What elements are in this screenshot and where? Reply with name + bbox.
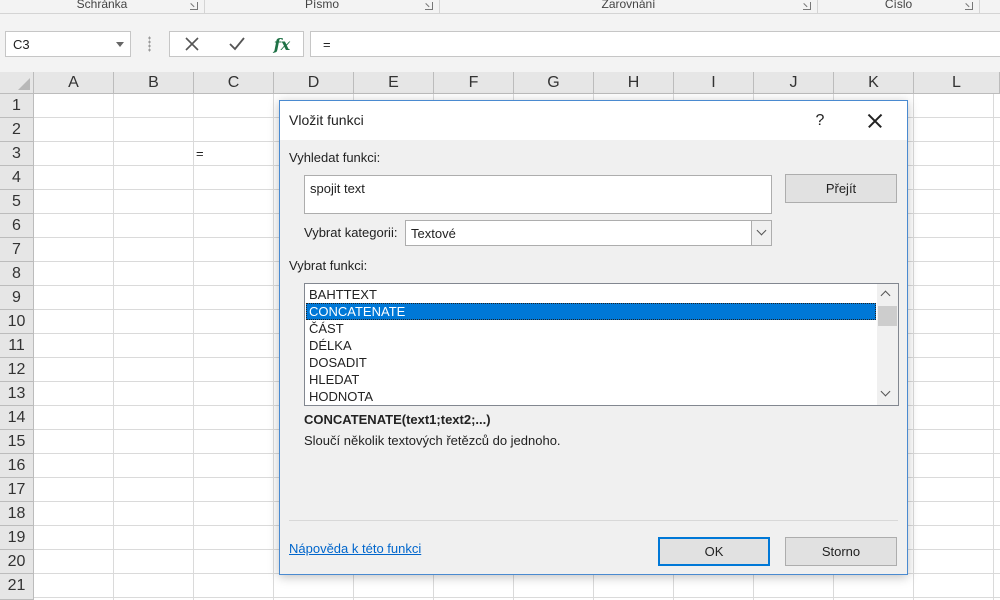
function-label: Vybrat funkci: bbox=[289, 258, 368, 273]
dialog-launcher-icon[interactable] bbox=[803, 2, 811, 10]
formula-bar: C3 fx = bbox=[0, 14, 1000, 72]
dialog-title-bar[interactable]: Vložit funkci ? bbox=[280, 101, 907, 140]
row-header[interactable]: 18 bbox=[0, 502, 34, 526]
confirm-entry-icon[interactable] bbox=[217, 32, 257, 56]
column-header-j[interactable]: J bbox=[754, 72, 834, 94]
list-item[interactable]: DOSADIT bbox=[306, 354, 876, 371]
row-header[interactable]: 10 bbox=[0, 310, 34, 334]
ribbon-group-label: Schránka bbox=[76, 0, 128, 11]
select-all-corner[interactable] bbox=[0, 72, 34, 94]
row-header[interactable]: 12 bbox=[0, 358, 34, 382]
row-header[interactable]: 7 bbox=[0, 238, 34, 262]
column-header-a[interactable]: A bbox=[34, 72, 114, 94]
row-header[interactable]: 4 bbox=[0, 166, 34, 190]
dialog-launcher-icon[interactable] bbox=[965, 2, 973, 10]
column-header-e[interactable]: E bbox=[354, 72, 434, 94]
row-header[interactable]: 11 bbox=[0, 334, 34, 358]
list-item[interactable]: HODNOTA bbox=[306, 388, 876, 405]
search-input[interactable]: spojit text bbox=[304, 175, 772, 214]
chevron-down-icon[interactable] bbox=[116, 42, 124, 47]
row-header[interactable]: 3 bbox=[0, 142, 34, 166]
scroll-down-icon[interactable] bbox=[880, 386, 891, 397]
search-input-value: spojit text bbox=[310, 181, 365, 196]
column-header-h[interactable]: H bbox=[594, 72, 674, 94]
cell-c3[interactable]: = bbox=[196, 146, 204, 161]
grip-dots-icon[interactable] bbox=[148, 36, 151, 52]
list-item-selected[interactable]: CONCATENATE bbox=[306, 303, 876, 320]
row-header[interactable]: 20 bbox=[0, 550, 34, 574]
scroll-up-icon[interactable] bbox=[880, 290, 891, 301]
category-value: Textové bbox=[411, 226, 456, 241]
row-header[interactable]: 17 bbox=[0, 478, 34, 502]
category-label: Vybrat kategorii: bbox=[304, 225, 398, 240]
chevron-down-icon bbox=[756, 225, 767, 236]
row-header[interactable]: 8 bbox=[0, 262, 34, 286]
column-header-i[interactable]: I bbox=[674, 72, 754, 94]
ribbon-group-label: Písmo bbox=[304, 0, 339, 11]
name-box[interactable]: C3 bbox=[5, 31, 131, 57]
formula-input[interactable]: = bbox=[310, 31, 1000, 57]
list-item[interactable]: HLEDAT bbox=[306, 371, 876, 388]
ribbon-group-labels: Schránka Písmo Zarovnání Číslo bbox=[0, 0, 1000, 14]
row-header[interactable]: 9 bbox=[0, 286, 34, 310]
column-header-k[interactable]: K bbox=[834, 72, 914, 94]
function-list[interactable]: BAHTTEXT CONCATENATE ČÁST DÉLKA DOSADIT … bbox=[304, 283, 899, 406]
help-icon[interactable]: ? bbox=[807, 109, 833, 133]
row-header[interactable]: 14 bbox=[0, 406, 34, 430]
scroll-thumb[interactable] bbox=[878, 306, 897, 326]
list-item[interactable]: DÉLKA bbox=[306, 337, 876, 354]
name-box-value: C3 bbox=[13, 37, 30, 52]
ribbon-group-font: Písmo bbox=[205, 0, 440, 13]
row-header[interactable]: 21 bbox=[0, 574, 34, 600]
ribbon-group-clipboard: Schránka bbox=[0, 0, 205, 13]
dialog-title: Vložit funkci bbox=[289, 112, 364, 128]
list-item[interactable]: ČÁST bbox=[306, 320, 876, 337]
function-signature: CONCATENATE(text1;text2;...) bbox=[304, 412, 491, 427]
category-dropdown-button[interactable] bbox=[751, 221, 771, 245]
dialog-launcher-icon[interactable] bbox=[190, 2, 198, 10]
close-icon[interactable] bbox=[863, 109, 889, 133]
formula-value: = bbox=[323, 37, 331, 52]
category-select[interactable]: Textové bbox=[405, 220, 772, 246]
dialog-launcher-icon[interactable] bbox=[425, 2, 433, 10]
insert-function-dialog: Vložit funkci ? Vyhledat funkci: spojit … bbox=[279, 100, 908, 575]
ribbon-group-alignment: Zarovnání bbox=[440, 0, 818, 13]
column-header-l[interactable]: L bbox=[914, 72, 1000, 94]
row-header[interactable]: 16 bbox=[0, 454, 34, 478]
search-label: Vyhledat funkci: bbox=[289, 150, 381, 165]
divider bbox=[289, 520, 898, 521]
go-button[interactable]: Přejít bbox=[785, 174, 897, 203]
formula-buttons: fx bbox=[169, 31, 304, 57]
row-header[interactable]: 1 bbox=[0, 94, 34, 118]
function-description: Sloučí několik textových řetězců do jedn… bbox=[304, 433, 561, 448]
ribbon-group-label: Číslo bbox=[884, 0, 913, 11]
column-header-d[interactable]: D bbox=[274, 72, 354, 94]
cancel-entry-icon[interactable] bbox=[172, 32, 212, 56]
row-header[interactable]: 13 bbox=[0, 382, 34, 406]
row-header[interactable]: 2 bbox=[0, 118, 34, 142]
row-header[interactable]: 5 bbox=[0, 190, 34, 214]
list-scrollbar[interactable] bbox=[877, 284, 898, 405]
row-header[interactable]: 6 bbox=[0, 214, 34, 238]
insert-function-icon[interactable]: fx bbox=[262, 32, 302, 56]
column-header-f[interactable]: F bbox=[434, 72, 514, 94]
cancel-button[interactable]: Storno bbox=[785, 537, 897, 566]
column-header-g[interactable]: G bbox=[514, 72, 594, 94]
ok-button[interactable]: OK bbox=[658, 537, 770, 566]
column-header-b[interactable]: B bbox=[114, 72, 194, 94]
row-header[interactable]: 19 bbox=[0, 526, 34, 550]
list-item[interactable]: BAHTTEXT bbox=[306, 286, 876, 303]
row-header[interactable]: 15 bbox=[0, 430, 34, 454]
ribbon-group-label: Zarovnání bbox=[601, 0, 656, 11]
column-header-c[interactable]: C bbox=[194, 72, 274, 94]
ribbon-group-number: Číslo bbox=[818, 0, 980, 13]
help-link[interactable]: Nápověda k této funkci bbox=[289, 541, 421, 556]
